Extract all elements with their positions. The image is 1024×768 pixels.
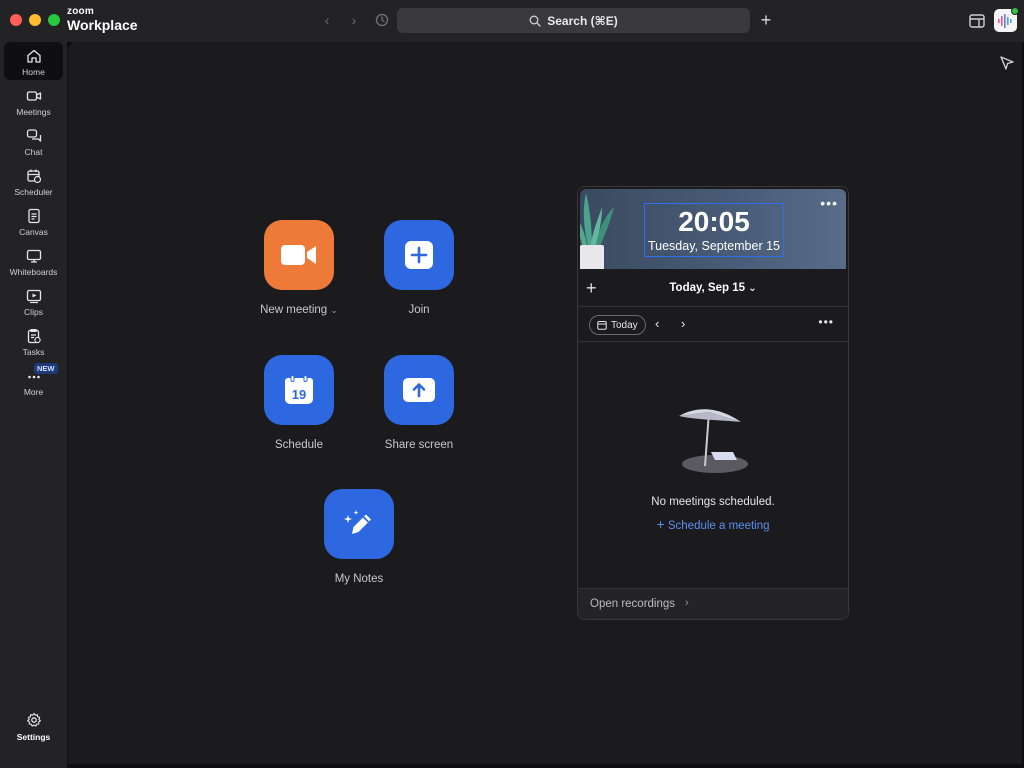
plant-illustration [580, 193, 614, 269]
calendar-day-number: 19 [292, 387, 306, 402]
banner-more-icon[interactable]: ••• [820, 195, 838, 211]
brand-name: Workplace [67, 17, 138, 33]
chevron-down-icon[interactable]: ⌄ [330, 305, 338, 315]
schedule-meeting-link[interactable]: + Schedule a meeting [578, 516, 848, 532]
beach-umbrella-illustration [679, 409, 748, 473]
date-selector-text: Today, Sep 15 [669, 282, 746, 294]
forward-arrow-icon[interactable]: › [346, 12, 362, 28]
schedule-meeting-text: Schedule a meeting [667, 520, 770, 532]
profile-sound-icon [998, 13, 1012, 28]
sidebar-item-label: Clips [24, 307, 43, 317]
cursor-pointer-icon[interactable] [998, 54, 1016, 72]
open-recordings-footer[interactable]: Open recordings › [578, 588, 848, 619]
video-camera-icon [281, 245, 316, 265]
sidebar-item-clips[interactable]: Clips [4, 282, 63, 320]
share-screen-label: Share screen [384, 439, 454, 451]
close-window-button[interactable] [10, 14, 22, 26]
sidebar-item-label: Meetings [16, 107, 51, 117]
brand-small: zoom [67, 6, 94, 17]
date-selector[interactable]: Today, Sep 15 ⌄ [578, 282, 848, 294]
new-meeting-text: New meeting [260, 304, 328, 316]
sidebar-item-label: More [23, 387, 44, 397]
gear-icon [26, 712, 41, 727]
title-bar: zoom Workplace ‹ › Search (⌘E) + [0, 0, 1024, 42]
new-meeting-label: New meeting ⌄ [260, 304, 338, 316]
plus-icon: + [656, 516, 665, 532]
search-bar[interactable]: Search (⌘E) [397, 8, 750, 33]
minimize-window-button[interactable] [29, 14, 41, 26]
toolbar-more-icon[interactable]: ••• [818, 315, 834, 329]
sidebar-item-label: Canvas [19, 227, 48, 237]
join-label: Join [408, 304, 430, 316]
sidebar-item-canvas[interactable]: Canvas [4, 202, 63, 240]
schedule-action[interactable]: 19 Schedule [239, 355, 359, 451]
app-logo: zoom Workplace [67, 6, 138, 33]
clock-time: 20:05 [678, 206, 750, 237]
notes-pen-sparkle-icon [344, 510, 371, 534]
plus-icon [405, 241, 433, 269]
sidebar-item-tasks[interactable]: Tasks [4, 322, 63, 360]
new-meeting-button[interactable] [264, 220, 334, 290]
chat-icon [26, 129, 41, 142]
previous-day-icon[interactable]: ‹ [655, 316, 659, 331]
clock-banner: 20:05 Tuesday, September 15 ••• [580, 189, 846, 269]
tasks-icon [27, 328, 41, 344]
join-action[interactable]: Join [359, 220, 479, 316]
sidebar-item-label: Tasks [22, 347, 45, 357]
clips-icon [26, 289, 41, 304]
empty-state-text: No meetings scheduled. [651, 496, 775, 508]
sidebar-item-label: Home [22, 67, 45, 77]
share-upload-icon [403, 378, 435, 402]
today-button[interactable]: Today [589, 315, 646, 335]
sidebar-item-scheduler[interactable]: Scheduler [4, 162, 63, 200]
new-tab-plus-icon[interactable]: + [758, 10, 774, 30]
main-panel: New meeting ⌄ Join 19 Schedule Share scr… [68, 42, 1022, 764]
calendar-icon: 19 [285, 375, 313, 404]
sidebar-item-label: Scheduler [14, 187, 53, 197]
calendar-panel-icon[interactable] [968, 12, 986, 30]
search-icon [529, 15, 541, 27]
sidebar-item-meetings[interactable]: Meetings [4, 82, 63, 120]
sidebar: Home Meetings Chat Scheduler Canvas Whit… [0, 42, 67, 768]
schedule-label: Schedule [275, 439, 323, 451]
settings-label: Settings [16, 732, 51, 742]
share-screen-action[interactable]: Share screen [359, 355, 479, 451]
my-notes-action[interactable]: My Notes [299, 489, 419, 585]
join-button[interactable] [384, 220, 454, 290]
sidebar-item-label: Chat [24, 147, 43, 157]
sidebar-item-chat[interactable]: Chat [4, 122, 63, 160]
sidebar-item-label: Whiteboards [9, 267, 58, 277]
chevron-right-icon: › [685, 597, 689, 609]
date-selector-row: + Today, Sep 15 ⌄ [578, 271, 848, 307]
video-camera-icon [26, 91, 41, 101]
maximize-window-button[interactable] [48, 14, 60, 26]
sidebar-item-whiteboards[interactable]: Whiteboards [4, 242, 63, 280]
my-notes-label: My Notes [334, 573, 384, 585]
schedule-button[interactable]: 19 [264, 355, 334, 425]
calendar-card: 20:05 Tuesday, September 15 ••• + Today,… [577, 186, 849, 620]
back-arrow-icon[interactable]: ‹ [319, 12, 335, 28]
scheduler-icon [26, 169, 41, 184]
settings-button[interactable]: Settings [4, 712, 63, 748]
chevron-down-icon: ⌄ [748, 283, 757, 294]
new-badge: NEW [34, 363, 58, 374]
share-screen-button[interactable] [384, 355, 454, 425]
next-day-icon[interactable]: › [681, 316, 685, 331]
document-icon [27, 208, 40, 224]
calendar-small-icon [597, 321, 607, 330]
today-label: Today [611, 319, 638, 331]
new-meeting-action[interactable]: New meeting ⌄ [239, 220, 359, 316]
sidebar-item-home[interactable]: Home [4, 42, 63, 80]
avatar[interactable] [994, 7, 1019, 32]
whiteboard-icon [26, 249, 41, 263]
home-icon [26, 49, 41, 63]
online-status-dot [1011, 7, 1019, 15]
my-notes-button[interactable] [324, 489, 394, 559]
clock-date: Tuesday, September 15 [647, 239, 781, 253]
search-label: Search (⌘E) [547, 13, 618, 28]
open-recordings-label: Open recordings [590, 598, 676, 610]
calendar-toolbar: Today ‹ › ••• [578, 308, 848, 342]
clock-widget: 20:05 Tuesday, September 15 [644, 203, 784, 257]
history-icon[interactable] [374, 12, 390, 28]
